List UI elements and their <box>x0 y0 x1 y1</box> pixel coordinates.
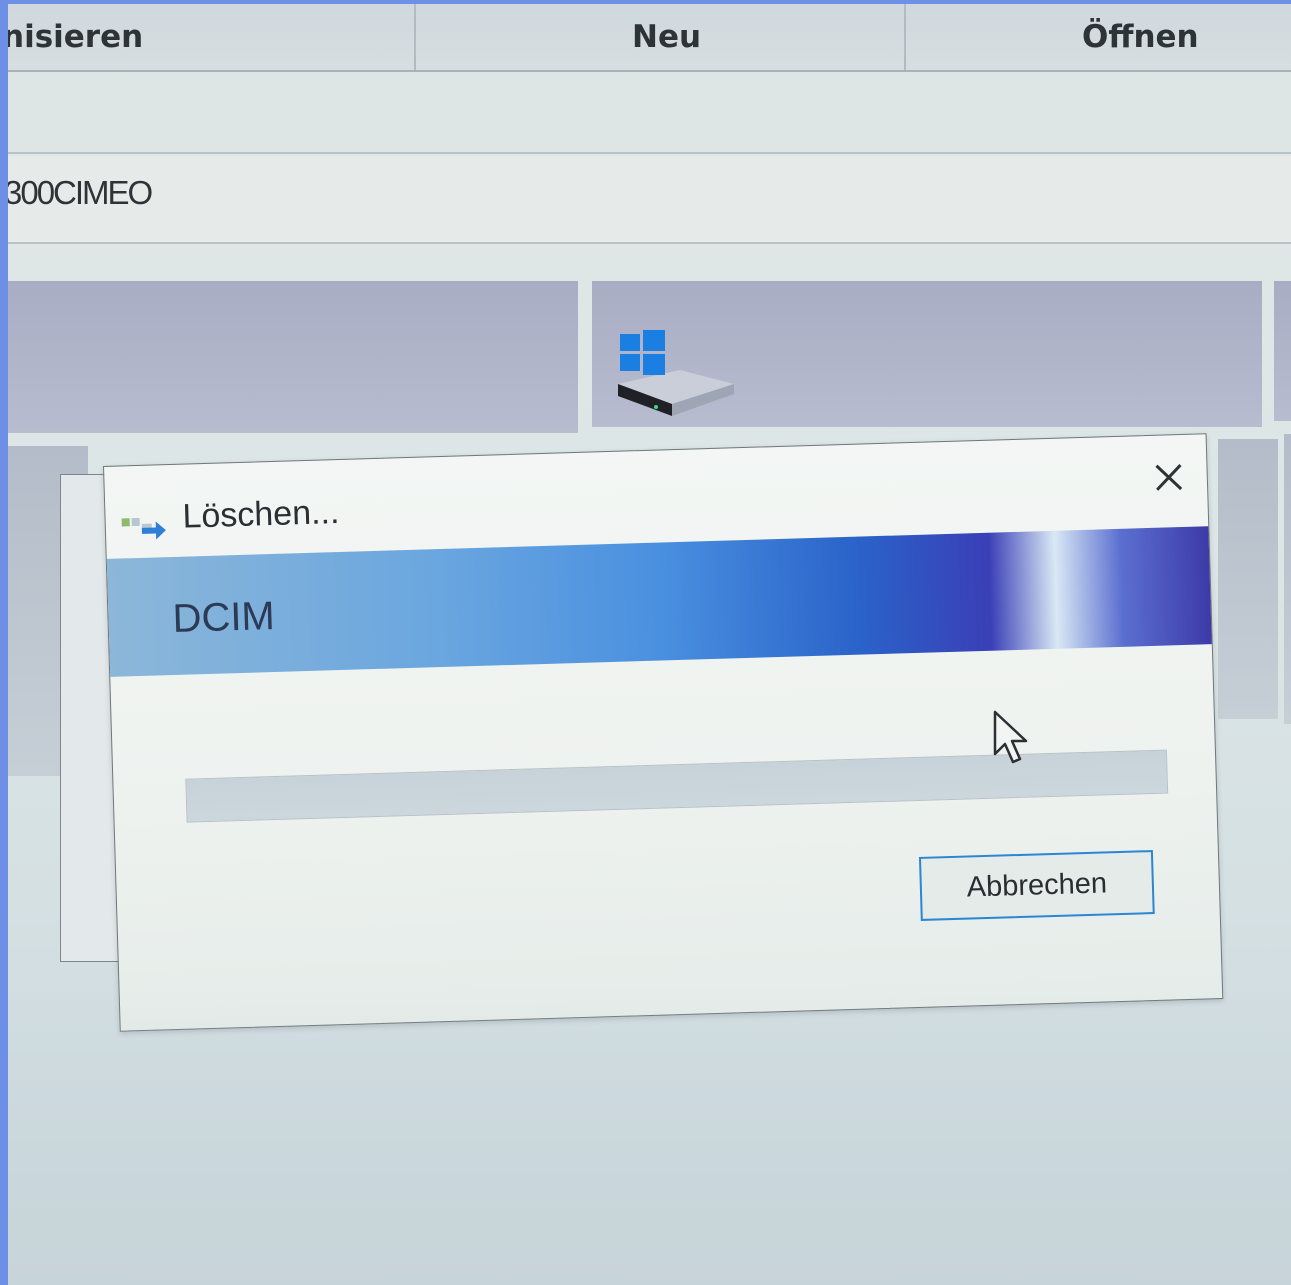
ribbon-group-area <box>8 72 1291 154</box>
current-item-name: DCIM <box>171 593 276 641</box>
tile[interactable] <box>8 281 578 433</box>
cancel-button[interactable]: Abbrechen <box>918 850 1155 921</box>
close-button[interactable] <box>1148 457 1189 498</box>
tile[interactable] <box>1274 281 1291 421</box>
ribbon-separator <box>414 4 416 70</box>
progress-fill <box>186 779 188 822</box>
delete-progress-dialog: Löschen... DCIM Abbrechen <box>103 433 1224 1032</box>
ribbon-separator <box>904 4 906 70</box>
tile[interactable] <box>1284 434 1291 724</box>
mouse-cursor-icon <box>993 710 1028 764</box>
screen: nisieren Neu Öffnen 300CIMEO Löschen... … <box>8 4 1291 1285</box>
tile[interactable] <box>1218 439 1278 719</box>
close-icon <box>1155 464 1183 491</box>
address-bar[interactable] <box>8 156 1291 244</box>
address-path: 300CIMEO <box>8 174 153 211</box>
ribbon-organize-button[interactable]: nisieren <box>8 4 143 70</box>
ribbon-new-button[interactable]: Neu <box>632 4 701 70</box>
dialog-title: Löschen... <box>181 493 340 536</box>
windows-drive-icon <box>618 330 734 416</box>
move-files-icon <box>121 517 166 540</box>
ribbon-open-button[interactable]: Öffnen <box>1082 4 1199 70</box>
ribbon-toolbar: nisieren Neu Öffnen <box>8 4 1291 72</box>
